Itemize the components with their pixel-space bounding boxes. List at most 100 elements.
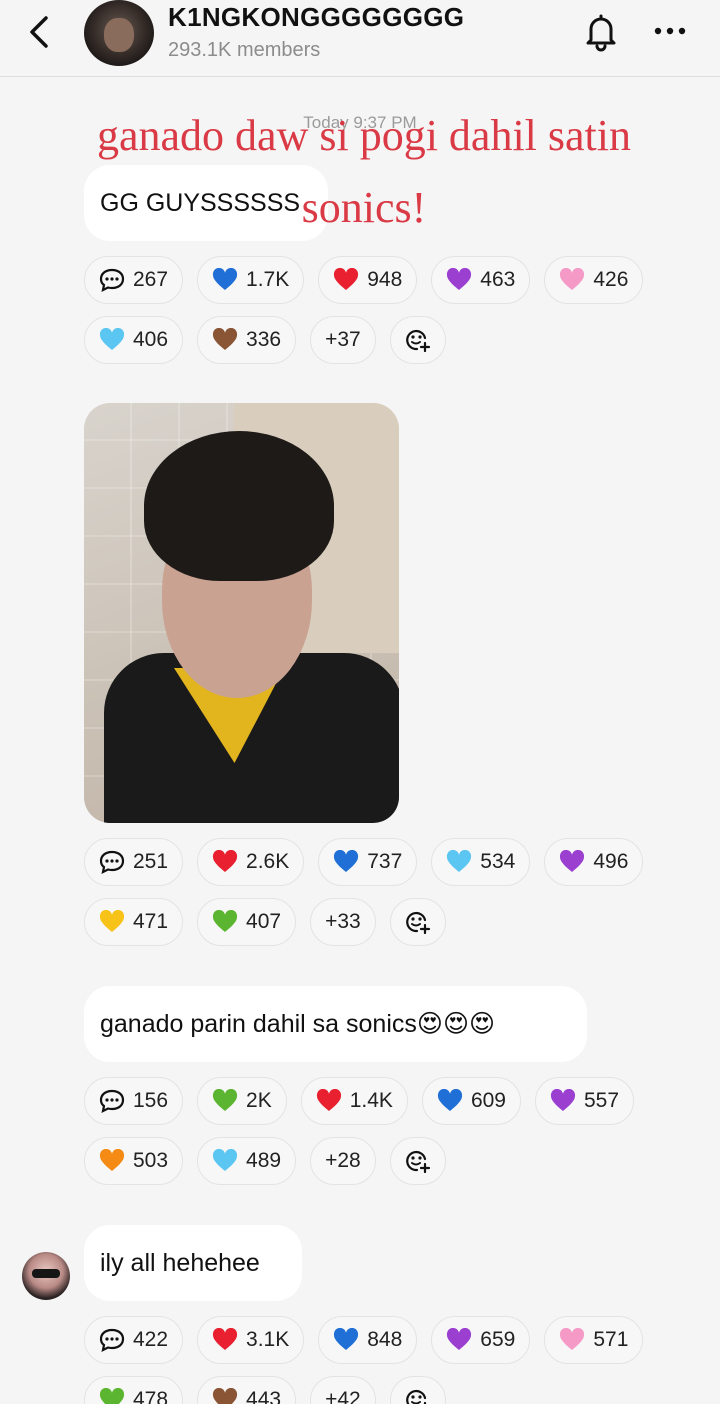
reaction-count: 3.1K [246, 1328, 290, 1351]
comment-count-chip[interactable]: 251 [84, 838, 184, 886]
group-name[interactable]: K1NGKONGGGGGGGG [168, 2, 464, 33]
message-bubble[interactable]: GG GUYSSSSSS [84, 165, 328, 241]
reaction-count: 503 [133, 1149, 169, 1172]
reaction-count: 737 [367, 850, 403, 873]
reaction-chip[interactable]: 478 [84, 1376, 184, 1404]
brown-heart-icon [212, 328, 238, 352]
reaction-row: 156 2K 1.4K 609 557 [84, 1077, 635, 1125]
comment-count-chip[interactable]: 156 [84, 1077, 184, 1125]
reaction-count: +37 [325, 328, 361, 351]
reaction-chip[interactable]: 557 [534, 1077, 635, 1125]
reaction-count: 557 [583, 1089, 620, 1112]
reaction-count: 2.6K [246, 850, 290, 873]
chat-header: K1NGKONGGGGGGGG 293.1K members [0, 0, 720, 77]
reaction-chip[interactable]: 534 [431, 838, 531, 886]
photo-subject [144, 431, 334, 581]
reaction-chip[interactable]: 503 [84, 1137, 184, 1185]
reaction-chip[interactable]: 948 [318, 256, 418, 304]
purple-heart-icon [559, 850, 585, 874]
bell-icon[interactable] [582, 12, 620, 52]
more-reactions-chip[interactable]: +28 [310, 1137, 376, 1185]
reaction-chip[interactable]: 406 [84, 316, 184, 364]
reaction-count: +33 [325, 910, 361, 933]
comment-count-chip[interactable]: 422 [84, 1316, 184, 1364]
reaction-count: 571 [593, 1328, 629, 1351]
reaction-count: 948 [367, 268, 403, 291]
blue-heart-icon [212, 268, 238, 292]
reaction-count: 426 [593, 268, 629, 291]
light-blue-heart-icon [212, 1149, 238, 1173]
add-reaction-icon [405, 1149, 431, 1173]
add-reaction-button[interactable] [389, 316, 446, 364]
light-blue-heart-icon [99, 328, 125, 352]
red-heart-icon [316, 1089, 342, 1113]
reaction-chip[interactable]: 737 [318, 838, 418, 886]
reaction-chip[interactable]: 336 [197, 316, 297, 364]
more-reactions-chip[interactable]: +33 [310, 898, 376, 946]
comment-icon [99, 850, 125, 874]
add-reaction-button[interactable] [389, 1137, 446, 1185]
red-heart-icon [333, 268, 359, 292]
add-reaction-button[interactable] [389, 1376, 446, 1404]
reaction-chip[interactable]: 659 [431, 1316, 531, 1364]
light-blue-heart-icon [446, 850, 472, 874]
reaction-chip[interactable]: 571 [544, 1316, 644, 1364]
sender-avatar[interactable] [22, 1252, 70, 1300]
reaction-chip[interactable]: 496 [544, 838, 644, 886]
reaction-count: 489 [246, 1149, 282, 1172]
red-heart-icon [212, 850, 238, 874]
reaction-count: +28 [325, 1149, 361, 1172]
message-photo[interactable] [84, 403, 399, 823]
reaction-chip[interactable]: 443 [197, 1376, 297, 1404]
message-timestamp: Today 9:37 PM [303, 113, 417, 132]
reaction-chip[interactable]: 3.1K [197, 1316, 305, 1364]
yellow-heart-icon [99, 910, 125, 934]
reaction-chip[interactable]: 463 [431, 256, 531, 304]
reaction-chip[interactable]: 2K [197, 1077, 287, 1125]
reaction-count: 609 [470, 1089, 506, 1112]
more-reactions-chip[interactable]: +37 [310, 316, 376, 364]
comment-icon [99, 1328, 125, 1352]
purple-heart-icon [446, 268, 472, 292]
reaction-count: 534 [480, 850, 516, 873]
reaction-chip[interactable]: 1.7K [197, 256, 305, 304]
more-reactions-chip[interactable]: +42 [310, 1376, 376, 1404]
reaction-chip[interactable]: 609 [421, 1077, 521, 1125]
reaction-row: 406 336 +37 [84, 316, 446, 364]
orange-heart-icon [99, 1149, 125, 1173]
message-bubble[interactable]: ganado parin dahil sa sonics😍😍😍 [84, 986, 587, 1062]
add-reaction-icon [405, 910, 431, 934]
reaction-count: 267 [133, 268, 169, 291]
reaction-row: 478 443 +42 [84, 1376, 446, 1404]
message-bubble[interactable]: ily all hehehee [84, 1225, 302, 1301]
reaction-count: 2K [246, 1089, 272, 1112]
purple-heart-icon [446, 1328, 472, 1352]
green-heart-icon [99, 1388, 125, 1404]
reaction-chip[interactable]: 426 [544, 256, 644, 304]
reaction-count: 422 [133, 1328, 169, 1351]
red-heart-icon [212, 1328, 238, 1352]
pink-heart-icon [559, 268, 585, 292]
comment-icon [99, 1089, 125, 1113]
reaction-chip[interactable]: 1.4K [300, 1077, 408, 1125]
reaction-count: 407 [246, 910, 282, 933]
purple-heart-icon [550, 1089, 576, 1113]
reaction-count: +42 [325, 1388, 361, 1404]
reaction-chip[interactable]: 2.6K [197, 838, 305, 886]
reaction-count: 478 [133, 1388, 169, 1404]
reaction-chip[interactable]: 848 [318, 1316, 418, 1364]
more-icon[interactable] [652, 24, 688, 38]
green-heart-icon [212, 910, 238, 934]
back-icon[interactable] [24, 12, 54, 52]
add-reaction-button[interactable] [389, 898, 446, 946]
reaction-count: 463 [480, 268, 516, 291]
reaction-count: 251 [133, 850, 169, 873]
reaction-count: 156 [133, 1089, 169, 1112]
comment-count-chip[interactable]: 267 [84, 256, 184, 304]
add-reaction-icon [405, 1388, 431, 1404]
group-avatar[interactable] [84, 0, 154, 66]
reaction-chip[interactable]: 471 [84, 898, 184, 946]
blue-heart-icon [333, 1328, 359, 1352]
reaction-chip[interactable]: 489 [197, 1137, 297, 1185]
reaction-chip[interactable]: 407 [197, 898, 297, 946]
